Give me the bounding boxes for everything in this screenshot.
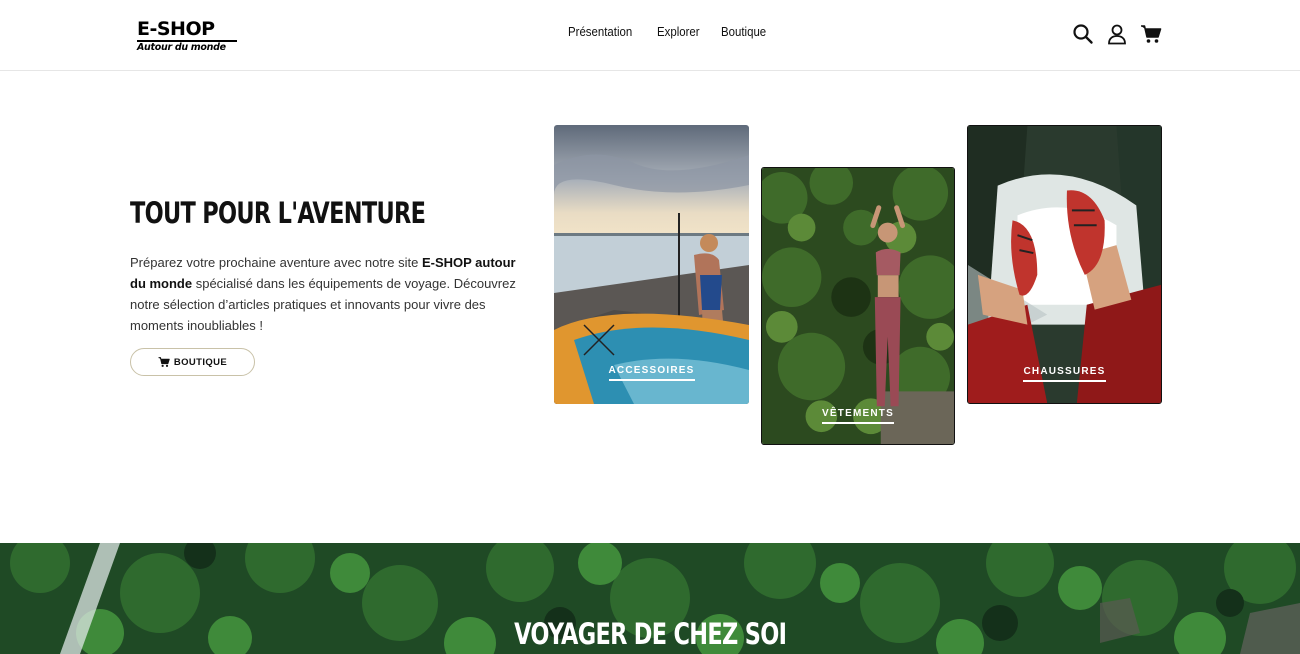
- site-header: E-SHOP Autour du monde Présentation Expl…: [0, 0, 1300, 71]
- forest-banner: VOYAGER DE CHEZ SOI: [0, 543, 1300, 654]
- shoes-waterfall-image: [968, 126, 1161, 403]
- category-card-chaussures[interactable]: CHAUSSURES: [967, 125, 1162, 404]
- main-nav: Présentation Explorer Boutique: [568, 24, 773, 39]
- nav-boutique[interactable]: Boutique: [721, 24, 766, 39]
- boutique-button[interactable]: BOUTIQUE: [130, 348, 255, 376]
- category-label: CHAUSSURES: [968, 366, 1161, 382]
- cart-icon[interactable]: [1140, 23, 1162, 45]
- cart-icon: [158, 357, 170, 367]
- logo-subtitle: Autour du monde: [137, 41, 226, 53]
- banner-title: VOYAGER DE CHEZ SOI: [513, 617, 787, 651]
- hero-description: Préparez votre prochaine aventure avec n…: [130, 255, 516, 333]
- header-icons: [1072, 23, 1162, 45]
- nav-presentation[interactable]: Présentation: [568, 24, 632, 39]
- logo[interactable]: E-SHOP Autour du monde: [137, 20, 239, 54]
- hero-title: TOUT POUR L'AVENTURE: [130, 196, 426, 230]
- nav-explorer[interactable]: Explorer: [657, 24, 700, 39]
- category-card-accessoires[interactable]: ACCESSOIRES: [554, 125, 749, 404]
- boutique-button-label: BOUTIQUE: [173, 356, 228, 368]
- paddleboard-beach-image: [554, 125, 749, 404]
- category-card-vetements[interactable]: VÊTEMENTS: [761, 167, 955, 445]
- category-label: ACCESSOIRES: [554, 365, 749, 381]
- account-icon[interactable]: [1106, 23, 1128, 45]
- woman-forest-image: [762, 168, 954, 444]
- logo-title: E-SHOP: [137, 18, 215, 40]
- search-icon[interactable]: [1072, 23, 1094, 45]
- category-label: VÊTEMENTS: [762, 408, 954, 424]
